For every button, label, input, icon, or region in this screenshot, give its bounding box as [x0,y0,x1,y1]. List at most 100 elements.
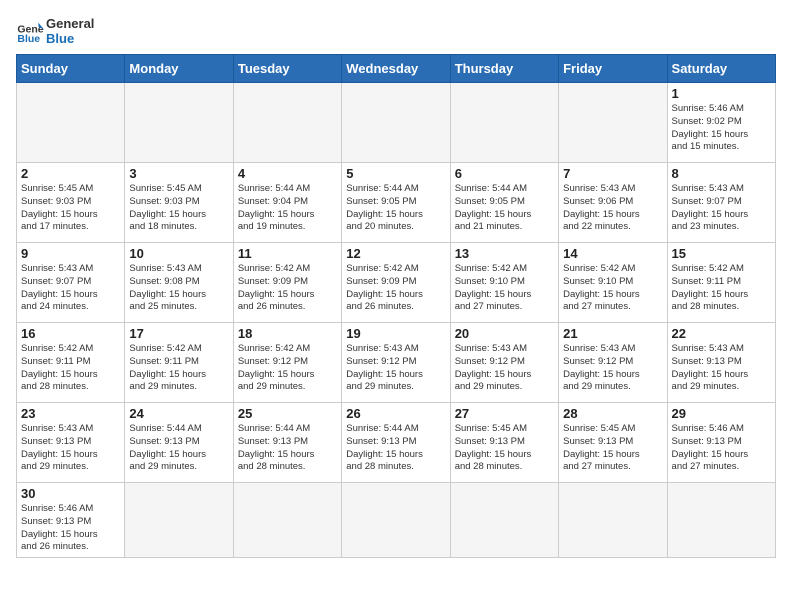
logo-text-blue: Blue [46,31,94,46]
day-info: Sunrise: 5:43 AM Sunset: 9:12 PM Dayligh… [346,343,445,394]
weekday-header-thursday: Thursday [450,55,558,83]
calendar-cell: 5 Sunrise: 5:44 AM Sunset: 9:05 PM Daylig… [342,163,450,243]
calendar-cell: 16Sunrise: 5:42 AM Sunset: 9:11 PM Dayli… [17,323,125,403]
day-number: 5 [346,166,445,181]
weekday-header-wednesday: Wednesday [342,55,450,83]
day-info: Sunrise: 5:45 AM Sunset: 9:03 PM Dayligh… [129,183,228,234]
day-number: 12 [346,246,445,261]
day-info: Sunrise: 5:45 AM Sunset: 9:13 PM Dayligh… [455,423,554,474]
day-number: 19 [346,326,445,341]
day-info: Sunrise: 5:42 AM Sunset: 9:10 PM Dayligh… [455,263,554,314]
calendar-cell: 15Sunrise: 5:42 AM Sunset: 9:11 PM Dayli… [667,243,775,323]
calendar-cell [559,483,667,558]
calendar-table: SundayMondayTuesdayWednesdayThursdayFrid… [16,54,776,558]
day-info: Sunrise: 5:42 AM Sunset: 9:11 PM Dayligh… [21,343,120,394]
calendar-cell [342,483,450,558]
day-info: Sunrise: 5:42 AM Sunset: 9:09 PM Dayligh… [346,263,445,314]
day-number: 26 [346,406,445,421]
day-info: Sunrise: 5:42 AM Sunset: 9:09 PM Dayligh… [238,263,337,314]
day-info: Sunrise: 5:42 AM Sunset: 9:11 PM Dayligh… [129,343,228,394]
day-info: Sunrise: 5:45 AM Sunset: 9:13 PM Dayligh… [563,423,662,474]
svg-text:Blue: Blue [17,33,40,45]
weekday-header-saturday: Saturday [667,55,775,83]
logo: General Blue General Blue [16,16,94,46]
day-number: 27 [455,406,554,421]
calendar-cell [233,83,341,163]
day-info: Sunrise: 5:43 AM Sunset: 9:06 PM Dayligh… [563,183,662,234]
calendar-cell [125,483,233,558]
calendar-cell: 10 Sunrise: 5:43 AM Sunset: 9:08 PM Dayli… [125,243,233,323]
calendar-week-4: 16Sunrise: 5:42 AM Sunset: 9:11 PM Dayli… [17,323,776,403]
calendar-cell: 19 Sunrise: 5:43 AM Sunset: 9:12 PM Dayli… [342,323,450,403]
day-number: 13 [455,246,554,261]
day-number: 8 [672,166,771,181]
calendar-cell: 27 Sunrise: 5:45 AM Sunset: 9:13 PM Dayli… [450,403,558,483]
calendar-cell [125,83,233,163]
calendar-cell: 7 Sunrise: 5:43 AM Sunset: 9:06 PM Daylig… [559,163,667,243]
calendar-cell: 14Sunrise: 5:42 AM Sunset: 9:10 PM Dayli… [559,243,667,323]
day-number: 7 [563,166,662,181]
logo-text-general: General [46,16,94,31]
calendar-cell: 25 Sunrise: 5:44 AM Sunset: 9:13 PM Dayli… [233,403,341,483]
calendar-cell [342,83,450,163]
calendar-cell: 30Sunrise: 5:46 AM Sunset: 9:13 PM Dayli… [17,483,125,558]
calendar-week-3: 9 Sunrise: 5:43 AM Sunset: 9:07 PM Daylig… [17,243,776,323]
calendar-cell: 23Sunrise: 5:43 AM Sunset: 9:13 PM Dayli… [17,403,125,483]
day-number: 20 [455,326,554,341]
calendar-cell: 4 Sunrise: 5:44 AM Sunset: 9:04 PM Daylig… [233,163,341,243]
calendar-cell: 1Sunrise: 5:46 AM Sunset: 9:02 PM Daylig… [667,83,775,163]
day-number: 18 [238,326,337,341]
calendar-cell: 29Sunrise: 5:46 AM Sunset: 9:13 PM Dayli… [667,403,775,483]
day-info: Sunrise: 5:45 AM Sunset: 9:03 PM Dayligh… [21,183,120,234]
weekday-header-sunday: Sunday [17,55,125,83]
calendar-cell: 11 Sunrise: 5:42 AM Sunset: 9:09 PM Dayli… [233,243,341,323]
calendar-cell [233,483,341,558]
day-number: 22 [672,326,771,341]
calendar-cell: 21Sunrise: 5:43 AM Sunset: 9:12 PM Dayli… [559,323,667,403]
day-number: 10 [129,246,228,261]
calendar-cell: 2Sunrise: 5:45 AM Sunset: 9:03 PM Daylig… [17,163,125,243]
day-info: Sunrise: 5:43 AM Sunset: 9:13 PM Dayligh… [672,343,771,394]
calendar-cell: 3 Sunrise: 5:45 AM Sunset: 9:03 PM Daylig… [125,163,233,243]
day-info: Sunrise: 5:44 AM Sunset: 9:05 PM Dayligh… [455,183,554,234]
calendar-cell: 8 Sunrise: 5:43 AM Sunset: 9:07 PM Daylig… [667,163,775,243]
calendar-cell [17,83,125,163]
calendar-cell: 22 Sunrise: 5:43 AM Sunset: 9:13 PM Dayli… [667,323,775,403]
calendar-cell [450,83,558,163]
weekday-header-friday: Friday [559,55,667,83]
calendar-cell: 13 Sunrise: 5:42 AM Sunset: 9:10 PM Dayli… [450,243,558,323]
calendar-cell: 26Sunrise: 5:44 AM Sunset: 9:13 PM Dayli… [342,403,450,483]
day-info: Sunrise: 5:43 AM Sunset: 9:12 PM Dayligh… [455,343,554,394]
calendar-header-row: SundayMondayTuesdayWednesdayThursdayFrid… [17,55,776,83]
day-info: Sunrise: 5:43 AM Sunset: 9:13 PM Dayligh… [21,423,120,474]
calendar-cell: 24 Sunrise: 5:44 AM Sunset: 9:13 PM Dayli… [125,403,233,483]
day-number: 11 [238,246,337,261]
day-info: Sunrise: 5:43 AM Sunset: 9:07 PM Dayligh… [21,263,120,314]
day-number: 24 [129,406,228,421]
day-number: 30 [21,486,120,501]
day-number: 15 [672,246,771,261]
day-number: 3 [129,166,228,181]
weekday-header-tuesday: Tuesday [233,55,341,83]
calendar-week-6: 30Sunrise: 5:46 AM Sunset: 9:13 PM Dayli… [17,483,776,558]
day-info: Sunrise: 5:43 AM Sunset: 9:08 PM Dayligh… [129,263,228,314]
day-number: 21 [563,326,662,341]
day-number: 6 [455,166,554,181]
day-info: Sunrise: 5:46 AM Sunset: 9:02 PM Dayligh… [672,103,771,154]
page-header: General Blue General Blue [16,16,776,46]
day-info: Sunrise: 5:43 AM Sunset: 9:07 PM Dayligh… [672,183,771,234]
calendar-cell [559,83,667,163]
calendar-cell: 18 Sunrise: 5:42 AM Sunset: 9:12 PM Dayli… [233,323,341,403]
day-info: Sunrise: 5:44 AM Sunset: 9:04 PM Dayligh… [238,183,337,234]
day-number: 9 [21,246,120,261]
day-info: Sunrise: 5:44 AM Sunset: 9:13 PM Dayligh… [238,423,337,474]
day-info: Sunrise: 5:42 AM Sunset: 9:12 PM Dayligh… [238,343,337,394]
calendar-cell [667,483,775,558]
day-number: 25 [238,406,337,421]
calendar-week-5: 23Sunrise: 5:43 AM Sunset: 9:13 PM Dayli… [17,403,776,483]
day-number: 4 [238,166,337,181]
day-info: Sunrise: 5:44 AM Sunset: 9:13 PM Dayligh… [129,423,228,474]
calendar-cell [450,483,558,558]
day-number: 28 [563,406,662,421]
day-info: Sunrise: 5:44 AM Sunset: 9:05 PM Dayligh… [346,183,445,234]
